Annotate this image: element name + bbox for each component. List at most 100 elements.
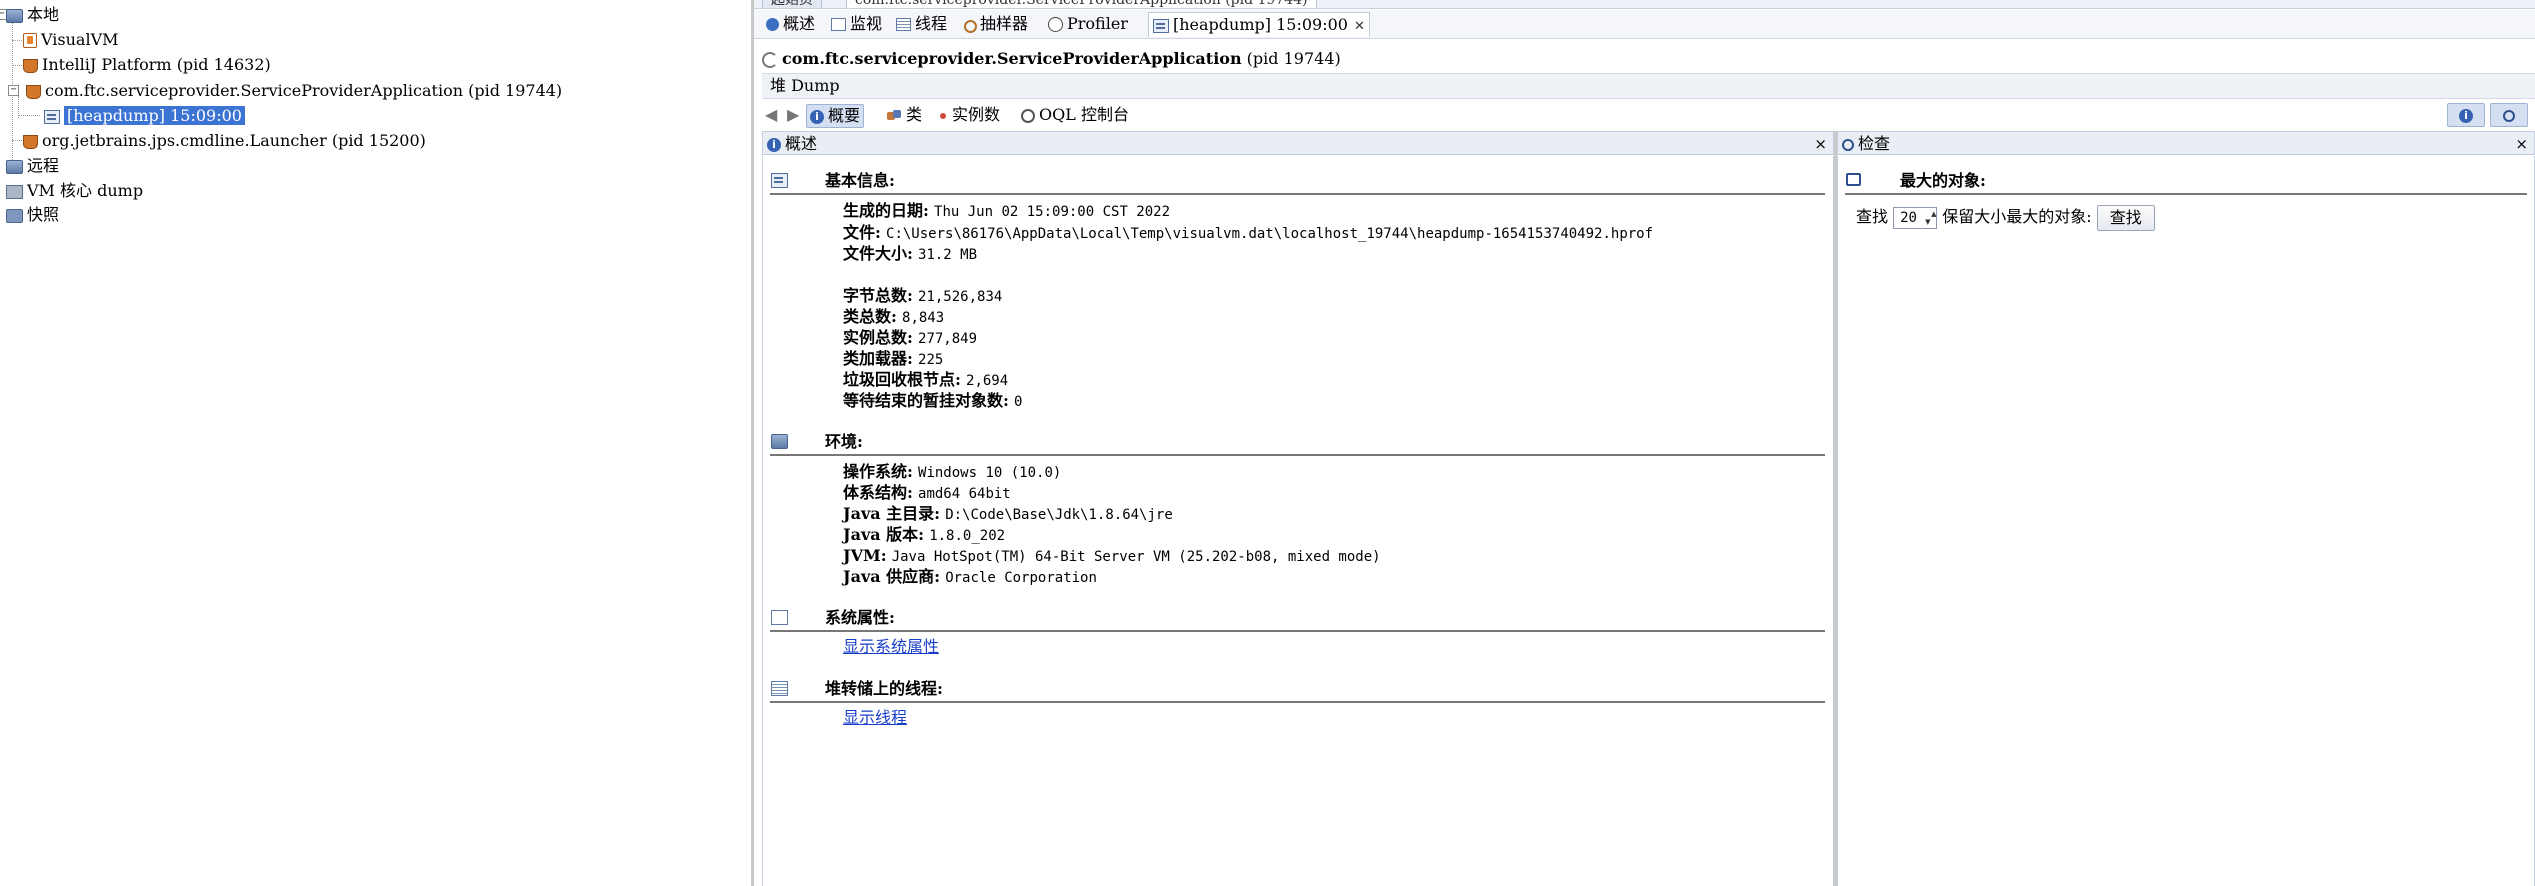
magnifier-icon	[2503, 109, 2515, 122]
tab-sampler[interactable]: 抽样器	[958, 12, 1032, 36]
info-icon: i	[767, 137, 781, 152]
tree-node-label: [heapdump] 15:09:00	[64, 106, 245, 125]
section-title: 系统属性:	[825, 608, 895, 627]
tree-line	[12, 40, 22, 41]
tree-node-heapdump[interactable]: [heapdump] 15:09:00	[44, 104, 245, 128]
close-panel-icon[interactable]: ×	[2515, 132, 2528, 156]
nav-instances-button[interactable]: 实例数	[935, 104, 1003, 126]
info-row-file: 文件: C:\Users\86176\AppData\Local\Temp\vi…	[843, 222, 1653, 243]
field-value: Oracle Corporation	[945, 570, 1097, 586]
info-row-gcroots: 垃圾回收根节点: 2,694	[843, 369, 1008, 390]
tab-label: 概述	[783, 14, 816, 33]
field-label: 体系结构:	[843, 483, 913, 502]
instances-icon	[938, 111, 948, 121]
inspect-panel-header: 检查 ×	[1837, 131, 2535, 155]
close-tab-icon[interactable]: ✕	[1354, 19, 1365, 34]
splitter-handle[interactable]	[751, 0, 754, 886]
nav-oql-button[interactable]: OQL 控制台	[1018, 104, 1132, 126]
field-label: 生成的日期:	[843, 201, 929, 220]
tab-start-page[interactable]: 起始页	[762, 0, 822, 8]
tab-monitor[interactable]: 监视	[827, 12, 886, 36]
find-largest-row: 查找 20 ▲ ▼ 保留大小最大的对象: 查找	[1856, 204, 2155, 231]
nav-classes-button[interactable]: 类	[884, 104, 925, 126]
info-row-size: 文件大小: 31.2 MB	[843, 243, 977, 264]
tree-node-serviceprovider[interactable]: com.ftc.serviceprovider.ServiceProviderA…	[26, 79, 562, 103]
tab-profiler[interactable]: Profiler	[1044, 12, 1132, 36]
tab-label: 线程	[915, 14, 948, 33]
tree-node-visualvm[interactable]: VisualVM	[23, 28, 119, 52]
threads-section-icon	[771, 681, 788, 696]
show-system-properties-link[interactable]: 显示系统属性	[843, 636, 939, 657]
oql-icon	[1021, 108, 1035, 123]
tree-node-remote[interactable]: 远程	[6, 154, 59, 178]
env-row-jvm: JVM: Java HotSpot(TM) 64-Bit Server VM (…	[843, 545, 1381, 566]
tree-node-label: 快照	[27, 205, 60, 224]
tree-node-intellij[interactable]: IntelliJ Platform (pid 14632)	[23, 53, 271, 77]
spinner-value: 20	[1900, 209, 1917, 226]
field-value: C:\Users\86176\AppData\Local\Temp\visual…	[886, 226, 1654, 242]
applications-tree: − 本地 VisualVM IntelliJ Platform (pid 146…	[0, 0, 751, 886]
profiler-icon	[1048, 17, 1063, 32]
tab-application[interactable]: com.ftc.serviceprovider.ServiceProviderA…	[846, 0, 1317, 8]
tree-node-label: VM 核心 dump	[27, 181, 144, 200]
object-count-spinner[interactable]: 20 ▲ ▼	[1893, 206, 1938, 229]
field-label: 类总数:	[843, 307, 897, 326]
tree-node-launcher[interactable]: org.jetbrains.jps.cmdline.Launcher (pid …	[23, 129, 426, 153]
monitor-icon	[831, 18, 846, 31]
threads-icon	[896, 18, 911, 31]
overview-icon	[766, 18, 779, 31]
largest-objects-icon	[1846, 173, 1861, 186]
nav-label: 概要	[828, 106, 861, 125]
nav-label: OQL 控制台	[1039, 105, 1129, 124]
find-button[interactable]: 查找	[2096, 204, 2155, 231]
field-label: 字节总数:	[843, 286, 913, 305]
tab-threads[interactable]: 线程	[892, 12, 951, 36]
app-pid: (pid 19744)	[1246, 49, 1341, 68]
java-app-icon	[23, 134, 38, 149]
collapse-app-toggle[interactable]: −	[8, 85, 19, 96]
info-row-instances: 实例总数: 277,849	[843, 327, 977, 348]
tab-label: Profiler	[1067, 14, 1128, 33]
heap-dump-title: 堆 Dump	[770, 76, 840, 95]
toggle-info-button[interactable]: i	[2447, 103, 2485, 127]
section-divider	[770, 630, 1825, 632]
field-label: 文件大小:	[843, 244, 913, 263]
panel-title: 概述	[785, 134, 818, 153]
java-app-icon	[26, 84, 41, 99]
show-threads-link[interactable]: 显示线程	[843, 707, 907, 728]
env-row-java-home: Java 主目录: D:\Code\Base\Jdk\1.8.64\jre	[843, 503, 1173, 524]
field-label: 等待结束的暂挂对象数:	[843, 391, 1009, 410]
heapdump-nav-toolbar: ◀ ▶ i 概要 类 实例数 OQL 控制台	[760, 101, 2535, 129]
field-value: 1.8.0_202	[929, 528, 1006, 544]
basic-info-icon	[771, 173, 788, 188]
tab-label: com.ftc.serviceprovider.ServiceProviderA…	[855, 0, 1308, 8]
section-title: 堆转储上的线程:	[825, 679, 943, 698]
tab-heapdump[interactable]: [heapdump] 15:09:00 ✕	[1148, 12, 1370, 37]
field-value: 277,849	[918, 331, 978, 347]
toggle-inspect-button[interactable]	[2490, 103, 2528, 127]
section-divider	[770, 193, 1825, 195]
local-host-icon	[6, 8, 23, 23]
field-label: Java 版本:	[843, 525, 925, 544]
section-title: 基本信息:	[825, 171, 895, 190]
info-icon: i	[810, 109, 824, 124]
spinner-arrows-icon[interactable]: ▲ ▼	[1925, 210, 1936, 226]
tab-overview[interactable]: 概述	[762, 12, 819, 36]
field-value: 8,843	[902, 310, 945, 326]
app-name: com.ftc.serviceprovider.ServiceProviderA…	[782, 49, 1242, 68]
forward-arrow-icon[interactable]: ▶	[784, 104, 802, 126]
nav-summary-button[interactable]: i 概要	[806, 104, 865, 128]
back-arrow-icon[interactable]: ◀	[762, 104, 780, 126]
section-divider	[770, 454, 1825, 456]
tree-node-local[interactable]: 本地	[6, 3, 59, 27]
tree-node-coredump[interactable]: VM 核心 dump	[6, 179, 143, 203]
visualvm-app-icon	[23, 33, 37, 48]
tree-node-label: 本地	[27, 5, 60, 24]
find-label: 查找	[1856, 207, 1889, 226]
env-row-vendor: Java 供应商: Oracle Corporation	[843, 566, 1097, 587]
info-row-classes: 类总数: 8,843	[843, 306, 944, 327]
close-panel-icon[interactable]: ×	[1814, 132, 1827, 156]
java-app-icon	[23, 58, 38, 73]
field-label: 操作系统:	[843, 462, 913, 481]
tree-node-snapshots[interactable]: 快照	[6, 203, 59, 227]
